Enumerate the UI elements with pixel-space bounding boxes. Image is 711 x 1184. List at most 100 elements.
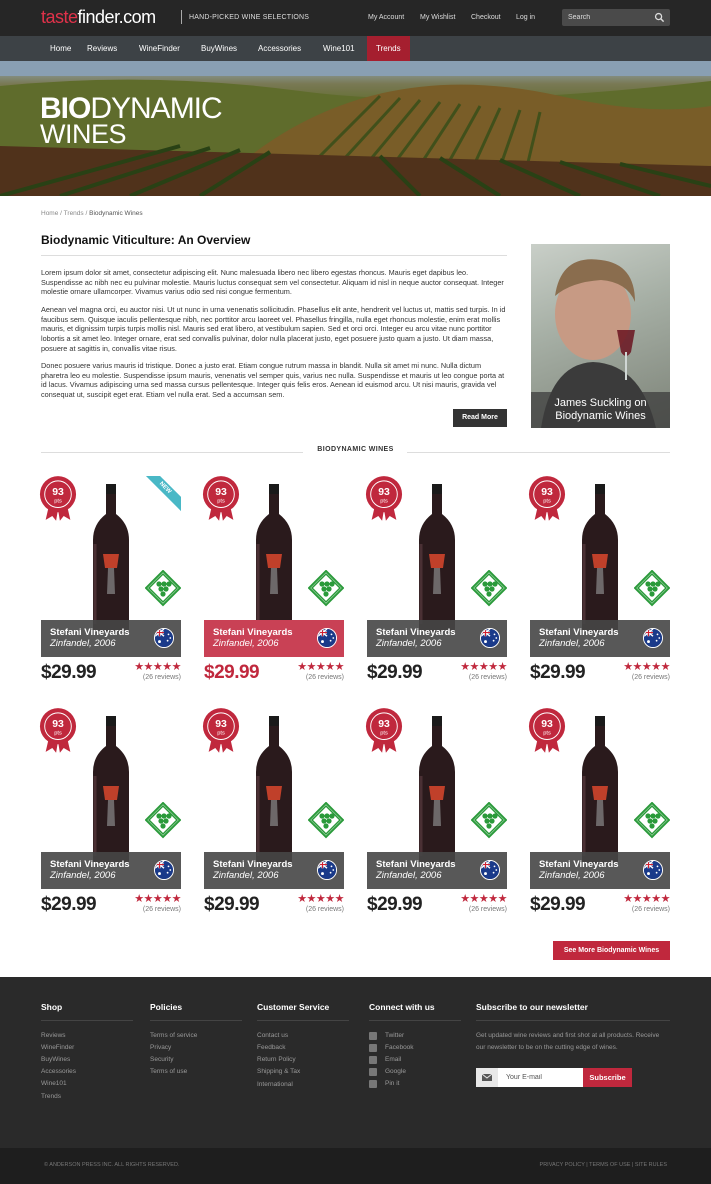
my-account-link[interactable]: My Account [368, 14, 404, 21]
search-input[interactable] [568, 12, 648, 23]
google-icon[interactable] [369, 1068, 377, 1076]
newsletter-email-input[interactable] [506, 1072, 576, 1083]
review-count[interactable]: (26 reviews) [632, 674, 670, 681]
product-label[interactable]: Stefani Vineyards Zinfandel, 2006 [367, 852, 507, 889]
australia-flag-icon [317, 860, 337, 880]
review-count[interactable]: (26 reviews) [143, 906, 181, 913]
review-count[interactable]: (26 reviews) [632, 906, 670, 913]
biodynamic-grape-icon [145, 802, 181, 839]
site-logo[interactable]: tastefinder.com [41, 7, 156, 28]
twitter-icon[interactable] [369, 1032, 377, 1040]
rating-stars: ★★★★★ [460, 661, 507, 673]
australia-flag-icon [643, 860, 663, 880]
review-count[interactable]: (26 reviews) [306, 674, 344, 681]
footer-link-buywines[interactable]: BuyWines [41, 1056, 70, 1063]
new-ribbon: NEW [143, 476, 181, 514]
footer-link-international[interactable]: International [257, 1081, 293, 1088]
footer-policies-title: Policies [150, 1002, 183, 1012]
product-label[interactable]: Stefani Vineyards Zinfandel, 2006 [41, 620, 181, 657]
footer-link-email[interactable]: Email [385, 1056, 401, 1063]
product-card[interactable]: 93 pts Stefani Vineyards Zinfandel, 2006 $29… [365, 476, 507, 696]
product-card[interactable]: 93 pts NEW Stefani Vineyards Zinfandel, 2006… [39, 476, 181, 696]
biodynamic-grape-icon [308, 802, 344, 839]
email-icon[interactable] [369, 1056, 377, 1064]
footer-link-terms-service[interactable]: Terms of service [150, 1032, 197, 1039]
australia-flag-icon [480, 860, 500, 880]
review-count[interactable]: (26 reviews) [306, 906, 344, 913]
search-icon[interactable] [654, 12, 665, 23]
footer-link-shipping[interactable]: Shipping & Tax [257, 1068, 300, 1075]
product-label[interactable]: Stefani Vineyards Zinfandel, 2006 [530, 852, 670, 889]
footer-link-return[interactable]: Return Policy [257, 1056, 296, 1063]
product-label[interactable]: Stefani Vineyards Zinfandel, 2006 [204, 620, 344, 657]
see-more-button[interactable]: See More Biodynamic Wines [553, 941, 670, 960]
product-card[interactable]: 93 pts Stefani Vineyards Zinfandel, 2006 $29… [528, 708, 670, 928]
footer-link-terms-use[interactable]: Terms of use [150, 1068, 187, 1075]
rating-stars: ★★★★★ [297, 893, 344, 905]
breadcrumb-trends[interactable]: Trends [64, 210, 84, 217]
article-paragraph-1: Lorem ipsum dolor sit amet, consectetur … [41, 268, 504, 297]
footer-policies-divider [150, 1020, 242, 1021]
product-label[interactable]: Stefani Vineyards Zinfandel, 2006 [41, 852, 181, 889]
review-count[interactable]: (26 reviews) [143, 674, 181, 681]
nav-reviews[interactable]: Reviews [78, 36, 126, 61]
footer-link-reviews[interactable]: Reviews [41, 1032, 66, 1039]
svg-text:93: 93 [378, 487, 390, 498]
footer-connect-title: Connect with us [369, 1002, 435, 1012]
rating-stars: ★★★★★ [134, 661, 181, 673]
footer-link-contact[interactable]: Contact us [257, 1032, 288, 1039]
read-more-button[interactable]: Read More [453, 409, 507, 427]
review-count[interactable]: (26 reviews) [469, 906, 507, 913]
hero-title: BIODYNAMIC WINES [40, 92, 223, 149]
nav-accessories[interactable]: Accessories [249, 36, 310, 61]
footer-link-security[interactable]: Security [150, 1056, 173, 1063]
login-link[interactable]: Log in [516, 14, 535, 21]
product-card[interactable]: 93 pts Stefani Vineyards Zinfandel, 2006 $29… [528, 476, 670, 696]
footer-link-winefinder[interactable]: WineFinder [41, 1044, 74, 1051]
footer-link-wine101[interactable]: Wine101 [41, 1080, 67, 1087]
review-count[interactable]: (26 reviews) [469, 674, 507, 681]
nav-home[interactable]: Home [41, 36, 80, 61]
footer-link-trends[interactable]: Trends [41, 1093, 61, 1100]
checkout-link[interactable]: Checkout [471, 14, 501, 21]
product-card[interactable]: 93 pts Stefani Vineyards Zinfandel, 2006 $29… [202, 476, 344, 696]
wine-bottle-image [256, 484, 292, 632]
product-label[interactable]: Stefani Vineyards Zinfandel, 2006 [530, 620, 670, 657]
points-badge: 93pts [39, 476, 77, 521]
pinterest-icon[interactable] [369, 1080, 377, 1088]
product-card[interactable]: 93 pts Stefani Vineyards Zinfandel, 2006 $29… [39, 708, 181, 928]
footer-link-pinit[interactable]: Pin it [385, 1080, 399, 1087]
svg-text:pts: pts [543, 731, 551, 737]
product-card[interactable]: 93 pts Stefani Vineyards Zinfandel, 2006 $29… [202, 708, 344, 928]
footer-link-facebook[interactable]: Facebook [385, 1044, 414, 1051]
biodynamic-grape-icon [308, 570, 344, 607]
footer-link-twitter[interactable]: Twitter [385, 1032, 404, 1039]
footer-service-title: Customer Service [257, 1002, 330, 1012]
product-label[interactable]: Stefani Vineyards Zinfandel, 2006 [204, 852, 344, 889]
title-divider [41, 255, 507, 256]
svg-text:93: 93 [378, 719, 390, 730]
my-wishlist-link[interactable]: My Wishlist [420, 14, 455, 21]
footer-link-accessories[interactable]: Accessories [41, 1068, 76, 1075]
nav-trends[interactable]: Trends [367, 36, 410, 61]
facebook-icon[interactable] [369, 1044, 377, 1052]
nav-wine101[interactable]: Wine101 [314, 36, 364, 61]
nav-buywines[interactable]: BuyWines [192, 36, 246, 61]
legal-links[interactable]: PRIVACY POLICY | TERMS OF USE | SITE RUL… [540, 1162, 667, 1168]
footer-link-privacy[interactable]: Privacy [150, 1044, 171, 1051]
biodynamic-grape-icon [145, 570, 181, 607]
search-box [562, 9, 670, 26]
breadcrumb-home[interactable]: Home [41, 210, 58, 217]
portrait-video-card[interactable]: James Suckling on Biodynamic Wines [531, 244, 670, 428]
points-badge: 93pts [39, 708, 77, 753]
product-label[interactable]: Stefani Vineyards Zinfandel, 2006 [367, 620, 507, 657]
nav-winefinder[interactable]: WineFinder [130, 36, 189, 61]
product-card[interactable]: 93 pts Stefani Vineyards Zinfandel, 2006 $29… [365, 708, 507, 928]
svg-text:93: 93 [215, 487, 227, 498]
points-badge: 93pts [202, 476, 240, 521]
subscribe-button[interactable]: Subscribe [583, 1068, 632, 1087]
footer-link-google[interactable]: Google [385, 1068, 406, 1075]
footer-link-feedback[interactable]: Feedback [257, 1044, 286, 1051]
svg-text:93: 93 [215, 719, 227, 730]
tagline: HAND-PICKED WINE SELECTIONS [189, 14, 310, 21]
